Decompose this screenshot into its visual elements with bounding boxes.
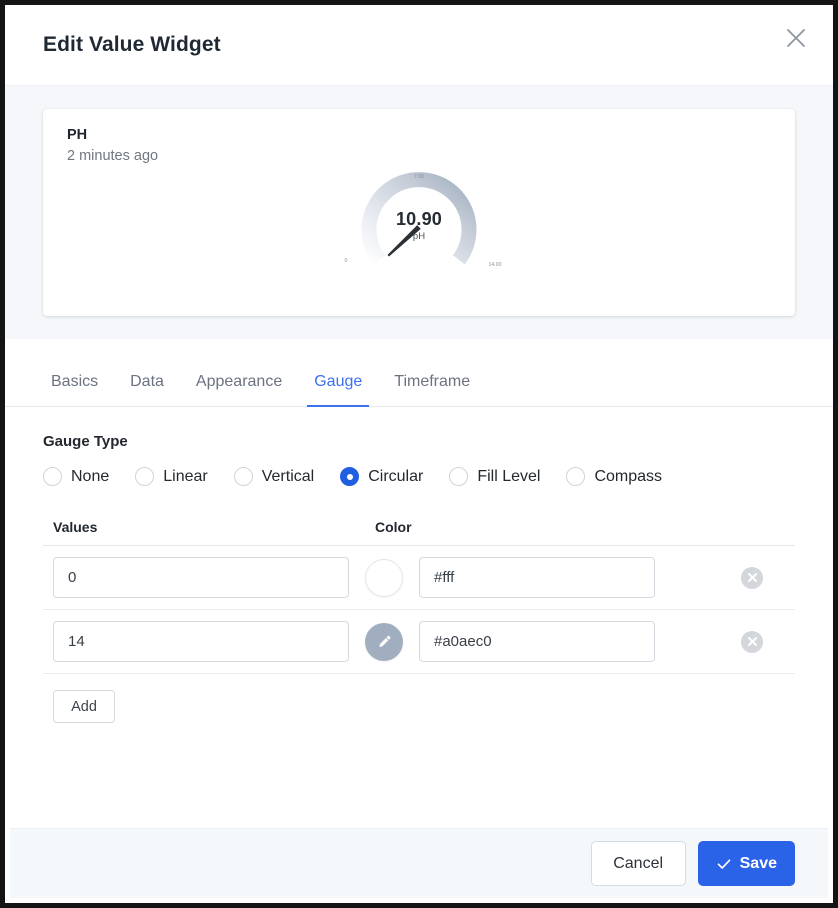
dialog-header: Edit Value Widget xyxy=(5,5,833,85)
radio-compass[interactable]: Compass xyxy=(566,467,662,486)
settings-tabs: Basics Data Appearance Gauge Timeframe xyxy=(5,340,833,407)
values-color-table: Values Color 0 #fff 14 #a0aec0 Add xyxy=(43,519,795,723)
close-icon[interactable] xyxy=(781,23,811,53)
gauge-preview: 7.00 0 14.00 10.90 pH xyxy=(43,171,795,281)
dialog-footer: Cancel Save xyxy=(10,828,828,898)
preview-timestamp: 2 minutes ago xyxy=(67,148,159,164)
tab-basics[interactable]: Basics xyxy=(43,372,114,406)
color-swatch-row-2[interactable] xyxy=(365,622,403,661)
widget-preview-band: PH 2 minutes ago 7.00 0 14.00 10.90 pH xyxy=(5,85,833,339)
radio-mark-icon xyxy=(566,467,586,486)
radio-mark-icon xyxy=(43,467,62,486)
table-row xyxy=(43,610,795,674)
page-title: Edit Value Widget xyxy=(43,33,221,56)
radio-label: Vertical xyxy=(261,467,315,485)
gauge-tick-max: 14.00 xyxy=(489,262,502,268)
tab-gauge[interactable]: Gauge xyxy=(298,372,378,407)
delete-row-icon[interactable] xyxy=(741,566,763,589)
value-input-row-2[interactable] xyxy=(53,621,349,662)
save-button[interactable]: Save xyxy=(697,841,795,886)
tab-appearance[interactable]: Appearance xyxy=(180,372,298,406)
color-input-row-2[interactable] xyxy=(419,621,655,662)
table-header-row: Values Color xyxy=(43,519,795,546)
radio-label: None xyxy=(71,467,110,485)
tab-timeframe[interactable]: Timeframe xyxy=(378,372,486,406)
column-header-color: Color xyxy=(375,519,412,535)
radio-label: Fill Level xyxy=(477,467,541,485)
radio-none[interactable]: None xyxy=(43,467,109,486)
radio-linear[interactable]: Linear xyxy=(135,467,208,486)
value-input-row-1[interactable] xyxy=(53,557,349,598)
color-swatch-cell-row-2 xyxy=(349,622,419,661)
column-header-values: Values xyxy=(53,519,98,535)
delete-row-icon[interactable] xyxy=(741,630,763,653)
gauge-tick-min: 0 xyxy=(345,258,348,264)
gauge-settings-panel: Gauge Type None Linear Vertical Circular… xyxy=(5,407,833,842)
radio-mark-icon xyxy=(135,467,155,486)
add-row-button[interactable]: Add xyxy=(53,690,115,723)
delete-cell-row-2 xyxy=(655,630,785,653)
radio-vertical[interactable]: Vertical xyxy=(233,467,315,486)
color-swatch-row-1[interactable] xyxy=(365,558,403,597)
save-button-label: Save xyxy=(739,854,777,872)
cancel-button[interactable]: Cancel xyxy=(590,841,686,886)
radio-fill-level[interactable]: Fill Level xyxy=(449,467,540,486)
radio-label: Compass xyxy=(594,467,663,485)
check-icon xyxy=(717,858,730,869)
circular-gauge: 7.00 0 14.00 10.90 pH xyxy=(329,171,509,281)
color-swatch-cell-row-1 xyxy=(349,558,419,597)
gauge-type-radio-group: None Linear Vertical Circular Fill Level… xyxy=(43,467,795,486)
gauge-tick-mid: 7.00 xyxy=(414,174,424,180)
radio-mark-icon xyxy=(449,467,469,486)
radio-circular[interactable]: Circular xyxy=(340,467,423,486)
color-input-row-1[interactable] xyxy=(419,557,655,598)
tab-data[interactable]: Data xyxy=(114,372,180,406)
preview-widget-title: PH xyxy=(67,127,88,143)
eyedropper-icon xyxy=(378,635,390,647)
radio-mark-selected-icon xyxy=(340,467,360,486)
radio-label: Linear xyxy=(163,467,208,485)
radio-label: Circular xyxy=(368,467,424,485)
delete-cell-row-1 xyxy=(655,566,785,589)
radio-mark-icon xyxy=(233,467,253,486)
gauge-type-label: Gauge Type xyxy=(43,433,128,450)
table-row xyxy=(43,546,795,610)
edit-value-widget-dialog: Edit Value Widget PH 2 minutes ago 7.00 … xyxy=(0,0,838,908)
widget-preview-card: PH 2 minutes ago 7.00 0 14.00 10.90 pH xyxy=(43,109,795,316)
